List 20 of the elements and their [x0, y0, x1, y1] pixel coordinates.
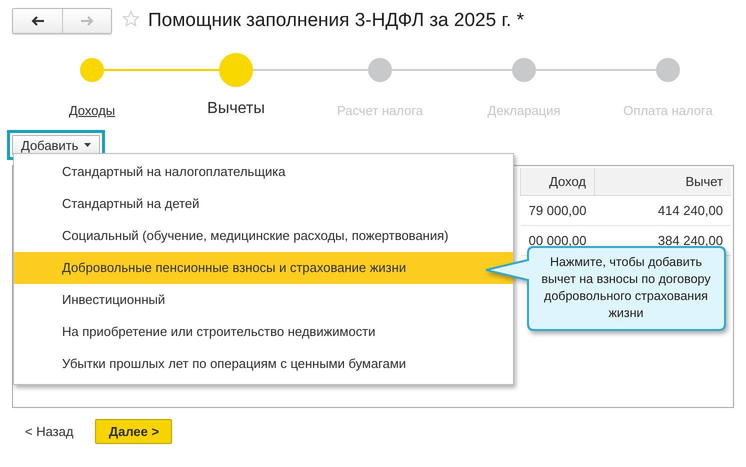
left-arrow-icon — [30, 16, 44, 26]
table-cell: 414 240,00 — [594, 196, 731, 226]
menu-item[interactable]: Добровольные пенсионные взносы и страхование жизни — [14, 252, 513, 284]
column-header: Доход — [520, 168, 594, 196]
right-arrow-icon — [80, 16, 94, 26]
add-button[interactable]: Добавить — [12, 135, 100, 155]
step-label: Вычеты — [207, 100, 265, 118]
hint-callout: Нажмите, чтобы добавить вычет на взносы по договору добровольного страхования жизни — [484, 246, 727, 334]
window-title: Помощник заполнения 3-НДФЛ за 2025 г. * — [148, 10, 524, 32]
menu-item[interactable]: Стандартный на детей — [14, 188, 513, 220]
menu-item[interactable]: Убытки прошлых лет по операциям с ценными бумагами — [14, 348, 513, 380]
caret-icon — [84, 143, 92, 147]
back-link[interactable]: < Назад — [25, 424, 74, 439]
step-label[interactable]: Доходы — [68, 103, 116, 118]
column-header: Вычет — [594, 168, 731, 196]
star-icon[interactable] — [122, 10, 140, 28]
table-cell: 79 000,00 — [520, 196, 594, 226]
next-button[interactable]: Далее > — [95, 419, 172, 444]
menu-item[interactable]: Стандартный на налогоплательщика — [14, 156, 513, 188]
back-button[interactable] — [13, 9, 62, 33]
